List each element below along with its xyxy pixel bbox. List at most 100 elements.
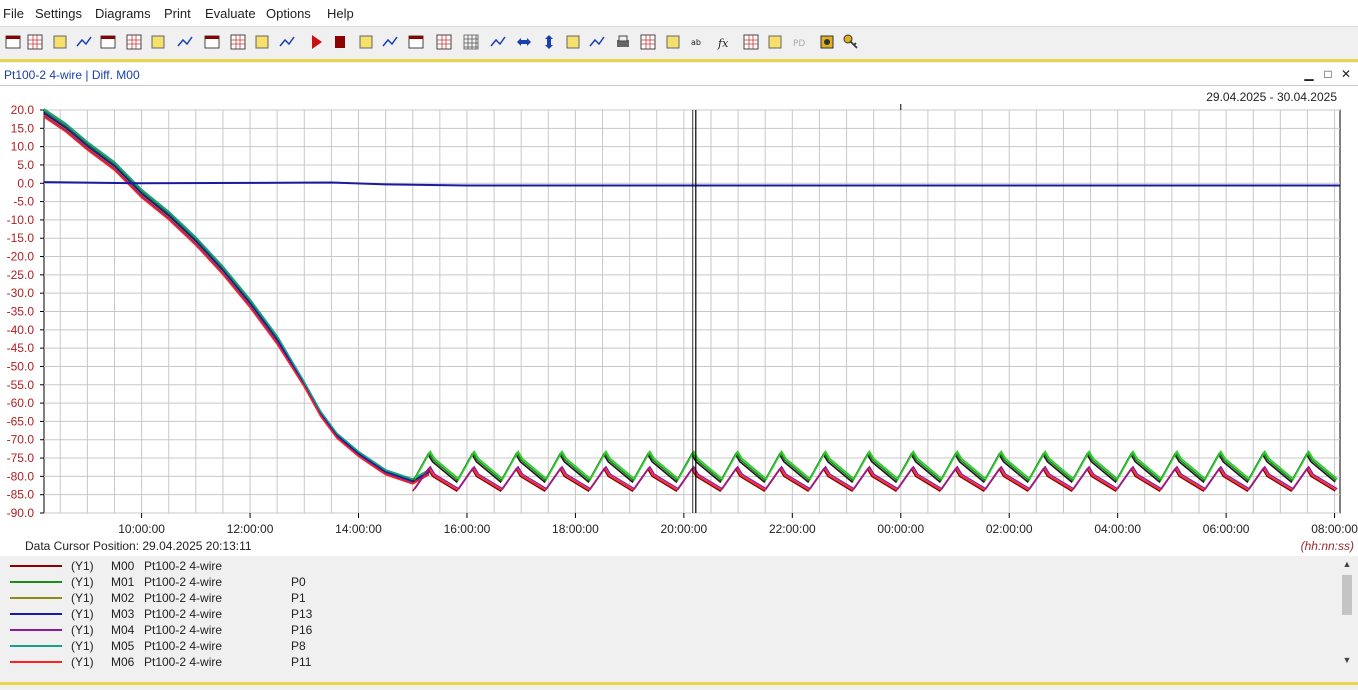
- legend-row[interactable]: (Y1) M02 Pt100-2 4-wire P1: [0, 590, 1330, 606]
- layout-grid-icon[interactable]: [228, 32, 248, 52]
- legend-channel: M06: [111, 655, 135, 669]
- scroll-down-icon[interactable]: ▼: [1340, 655, 1354, 669]
- copy-icon[interactable]: [175, 32, 195, 52]
- y-tick-label: -15.0: [7, 231, 35, 245]
- y-tick-label: -20.0: [7, 250, 35, 264]
- x-tick-label: 12:00:00: [227, 522, 274, 536]
- svg-text:fx: fx: [717, 37, 729, 50]
- zoom-vertical-icon[interactable]: [539, 32, 559, 52]
- print-icon[interactable]: [613, 32, 633, 52]
- x-tick-label: 10:00:00: [118, 522, 165, 536]
- table-grid-icon[interactable]: [148, 32, 168, 52]
- note-icon[interactable]: [202, 32, 222, 52]
- text-label-icon[interactable]: ab: [689, 32, 709, 52]
- svg-text:ab: ab: [691, 38, 701, 47]
- menu-print[interactable]: Print: [164, 6, 191, 21]
- legend-position: P0: [291, 575, 306, 589]
- y-tick-label: -65.0: [7, 414, 35, 428]
- toolbar-separator: [0, 59, 1358, 62]
- y-tick-label: -70.0: [7, 433, 35, 447]
- y-tick-label: -45.0: [7, 341, 35, 355]
- curve-disabled-icon[interactable]: [765, 32, 785, 52]
- maximize-button[interactable]: □: [1321, 67, 1335, 81]
- y-tick-label: 15.0: [11, 121, 35, 135]
- scroll-thumb[interactable]: [1342, 575, 1352, 615]
- y-tick-label: -40.0: [7, 323, 35, 337]
- legend-position: P16: [291, 623, 313, 637]
- arrow-right-icon[interactable]: [277, 32, 297, 52]
- legend-row[interactable]: (Y1) M04 Pt100-2 4-wire P16: [0, 622, 1330, 638]
- zoom-disabled-icon[interactable]: [587, 32, 607, 52]
- legend-position: P11: [291, 655, 312, 669]
- legend-axis: (Y1): [71, 639, 94, 653]
- play-icon[interactable]: [306, 32, 326, 52]
- y-tick-label: 0.0: [17, 176, 34, 190]
- menu-file[interactable]: File: [3, 6, 24, 21]
- new-diagram-icon[interactable]: [3, 32, 23, 52]
- zoom-box-icon[interactable]: [488, 32, 508, 52]
- x-tick-label: 08:00:00: [1311, 522, 1358, 536]
- formula-icon[interactable]: fx: [715, 32, 735, 52]
- legend-name: Pt100-2 4-wire: [144, 559, 223, 573]
- y-tick-label: -10.0: [7, 213, 35, 227]
- copy-window-icon[interactable]: [663, 32, 683, 52]
- menu-options[interactable]: Options: [266, 6, 311, 21]
- legend-row[interactable]: (Y1) M03 Pt100-2 4-wire P13: [0, 606, 1330, 622]
- legend-swatch: [10, 565, 62, 567]
- chart-panel: 29.04.2025 - 30.04.2025 20.0 15.0 10.0 5.0 0…: [0, 86, 1358, 556]
- remove-diagram-icon[interactable]: [74, 32, 94, 52]
- x-tick-label: 14:00:00: [335, 522, 382, 536]
- menu-help[interactable]: Help: [327, 6, 354, 21]
- legend-swatch: [10, 661, 62, 663]
- menu-bar: File Settings Diagrams Print Evaluate Op…: [0, 0, 1358, 27]
- legend-position: P8: [291, 639, 306, 653]
- x-tick-label: 20:00:00: [661, 522, 708, 536]
- legend-position: P13: [291, 607, 313, 621]
- toolbar: ab fx PD: [0, 27, 1358, 59]
- stop-icon[interactable]: [330, 32, 350, 52]
- channel-select-icon[interactable]: [356, 32, 376, 52]
- undo-zoom-icon[interactable]: [563, 32, 583, 52]
- legend-row[interactable]: (Y1) M01 Pt100-2 4-wire P0: [0, 574, 1330, 590]
- legend-channel: M02: [111, 591, 135, 605]
- key-icon[interactable]: [841, 32, 861, 52]
- svg-text:PD: PD: [793, 39, 805, 49]
- open-diagram-icon[interactable]: [25, 32, 45, 52]
- settings-icon[interactable]: [817, 32, 837, 52]
- add-diagram-icon[interactable]: [50, 32, 70, 52]
- pd-icon[interactable]: PD: [790, 32, 810, 52]
- marker-icon[interactable]: [406, 32, 426, 52]
- y-tick-label: -85.0: [7, 488, 35, 502]
- legend-row[interactable]: (Y1) M05 Pt100-2 4-wire P8: [0, 638, 1330, 654]
- legend-row[interactable]: (Y1) M00 Pt100-2 4-wire: [0, 558, 1330, 574]
- close-button[interactable]: ✕: [1339, 67, 1353, 81]
- grid-icon[interactable]: [461, 32, 481, 52]
- legend-name: Pt100-2 4-wire: [144, 575, 223, 589]
- table-icon[interactable]: [124, 32, 144, 52]
- x-tick-label: 06:00:00: [1203, 522, 1250, 536]
- y-tick-label: -50.0: [7, 359, 35, 373]
- menu-diagrams[interactable]: Diagrams: [95, 6, 151, 21]
- legend-axis: (Y1): [71, 655, 94, 669]
- bar-diagram-icon[interactable]: [98, 32, 118, 52]
- legend-row[interactable]: (Y1) M06 Pt100-2 4-wire P11: [0, 654, 1330, 670]
- menu-evaluate[interactable]: Evaluate: [205, 6, 256, 21]
- x-tick-label: 04:00:00: [1094, 522, 1141, 536]
- window-title-bar: Pt100-2 4-wire | Diff. M00 ▁ □ ✕: [0, 63, 1358, 86]
- zoom-horizontal-icon[interactable]: [514, 32, 534, 52]
- curve-icon[interactable]: [380, 32, 400, 52]
- print-preview-icon[interactable]: [638, 32, 658, 52]
- line-chart[interactable]: 20.0 15.0 10.0 5.0 0.0 -5.0 -10.0 -15.0 -20.0 -25…: [0, 86, 1358, 536]
- legend-scrollbar[interactable]: ▲ ▼: [1340, 557, 1354, 671]
- y-tick-label: 20.0: [11, 103, 35, 117]
- cursor-icon[interactable]: [434, 32, 454, 52]
- layout-stack-icon[interactable]: [252, 32, 272, 52]
- minimize-button[interactable]: ▁: [1302, 67, 1316, 81]
- y-tick-label: -75.0: [7, 451, 35, 465]
- legend-axis: (Y1): [71, 575, 94, 589]
- y-tick-label: 5.0: [17, 158, 34, 172]
- scroll-up-icon[interactable]: ▲: [1340, 559, 1354, 573]
- menu-settings[interactable]: Settings: [35, 6, 82, 21]
- y-tick-label: -30.0: [7, 286, 35, 300]
- filter-icon[interactable]: [741, 32, 761, 52]
